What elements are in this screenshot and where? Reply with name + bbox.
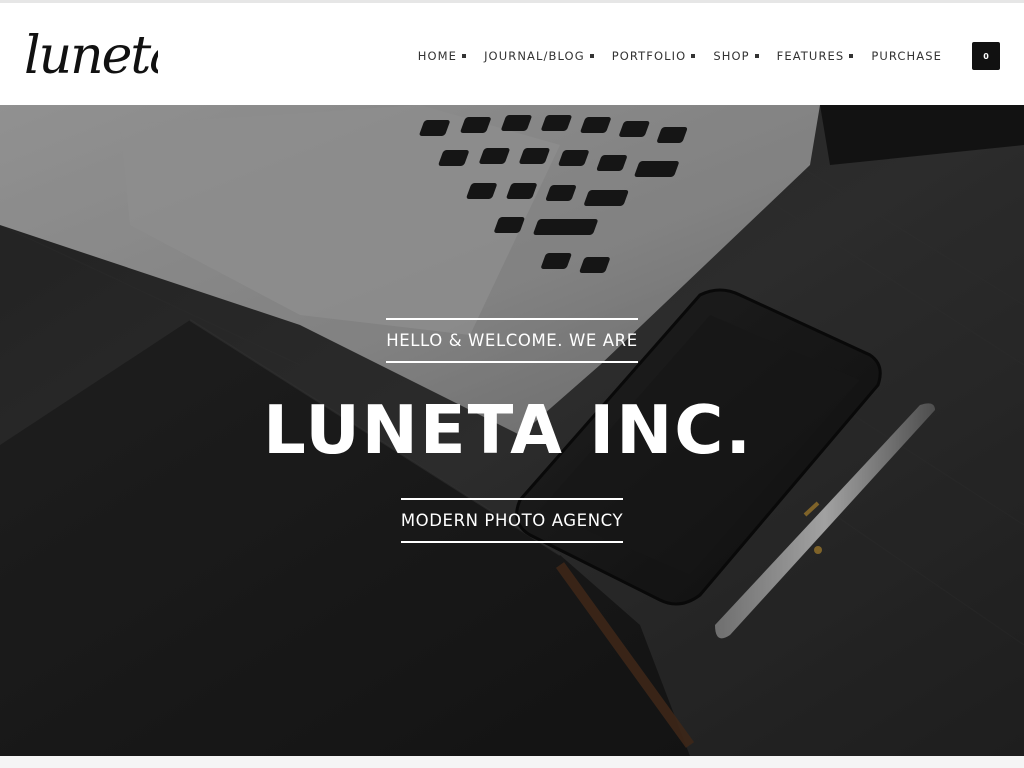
hero-text: HELLO & WELCOME. WE ARE LUNETA INC. MODE…: [0, 105, 1024, 756]
hero-section: HELLO & WELCOME. WE ARE LUNETA INC. MODE…: [0, 105, 1024, 756]
nav-item-journal-blog[interactable]: JOURNAL/BLOG: [484, 49, 594, 63]
dropdown-indicator-icon: [754, 54, 759, 58]
site-logo[interactable]: luneta: [24, 25, 158, 83]
nav-item-shop[interactable]: SHOP: [713, 49, 759, 63]
nav-item-portfolio[interactable]: PORTFOLIO: [612, 49, 696, 63]
nav-item-label: JOURNAL/BLOG: [484, 49, 585, 63]
nav-item-label: PORTFOLIO: [611, 49, 687, 63]
main-nav: HOME JOURNAL/BLOG PORTFOLIO SHOP FEATURE…: [418, 41, 1000, 71]
hero-welcome-text: HELLO & WELCOME. WE ARE: [386, 318, 638, 363]
cart-button[interactable]: 0: [972, 42, 1000, 70]
nav-item-features[interactable]: FEATURES: [777, 49, 854, 63]
hero-title: LUNETA INC.: [263, 391, 753, 469]
nav-item-label: HOME: [417, 49, 458, 63]
hero-welcome: HELLO & WELCOME. WE ARE: [0, 318, 1024, 363]
hero-subtitle: MODERN PHOTO AGENCY: [0, 498, 1024, 543]
site-header: luneta HOME JOURNAL/BLOG PORTFOLIO SHOP …: [0, 3, 1024, 105]
nav-item-purchase[interactable]: PURCHASE: [871, 49, 942, 63]
nav-item-home[interactable]: HOME: [417, 49, 467, 63]
page-bottom-strip: [0, 756, 1024, 768]
dropdown-indicator-icon: [589, 54, 594, 58]
cart-count: 0: [983, 51, 989, 61]
logo-wordmark: luneta: [24, 26, 158, 83]
hero-subtitle-text: MODERN PHOTO AGENCY: [400, 498, 624, 543]
nav-item-label: PURCHASE: [871, 49, 942, 63]
nav-item-label: FEATURES: [776, 49, 845, 63]
svg-text:luneta: luneta: [24, 26, 158, 83]
dropdown-indicator-icon: [462, 54, 467, 58]
dropdown-indicator-icon: [849, 54, 854, 58]
dropdown-indicator-icon: [691, 54, 696, 58]
nav-item-label: SHOP: [713, 49, 750, 63]
